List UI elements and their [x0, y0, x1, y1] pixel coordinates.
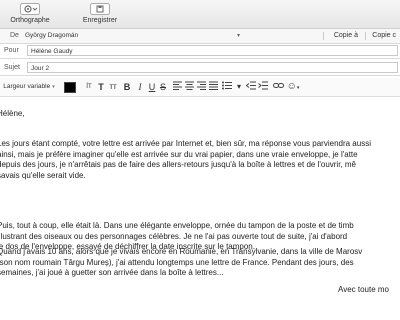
signoff: Avec toute mo — [338, 285, 389, 294]
body-line: illustrant des oiseaux ou des personnage… — [0, 231, 348, 241]
insert-link-icon[interactable] — [272, 81, 284, 93]
list-options-icon[interactable]: ▾ — [234, 81, 244, 93]
save-button[interactable]: Enregistrer — [74, 2, 126, 25]
align-right-icon[interactable] — [196, 81, 206, 93]
save-icon — [74, 2, 126, 16]
save-label: Enregistrer — [82, 17, 118, 24]
divider — [323, 32, 324, 40]
subject-row: Sujet Jour 2 — [0, 61, 400, 76]
from-label: De — [10, 32, 19, 39]
bold-icon[interactable]: B — [122, 81, 132, 93]
align-center-icon[interactable] — [184, 81, 194, 93]
spelling-gear-icon — [4, 2, 56, 16]
body-line: (son nom roumain Târgu Mureș), j'ai atte… — [0, 257, 354, 267]
from-select[interactable]: György Dragomán — [22, 30, 242, 41]
body-line: Puis, tout à coup, elle était là. Dans u… — [0, 221, 354, 230]
text-color-swatch[interactable] — [64, 82, 76, 93]
bulleted-list-icon[interactable] — [222, 81, 232, 93]
underline-icon[interactable]: U — [147, 81, 157, 93]
subject-label: Sujet — [4, 64, 20, 71]
strikethrough-icon[interactable]: S — [158, 81, 168, 93]
paragraph-3: Quand j'avais 10 ans, alors que je vivai… — [0, 247, 400, 279]
to-field[interactable]: Hélène Gaudy — [27, 45, 398, 56]
text-size-icon[interactable]: ᴛᴛ — [108, 81, 118, 93]
from-row: De György Dragomán ▾ Copie à Copie c — [0, 29, 400, 44]
message-body[interactable]: Hélène, Les jours étant compté, votre le… — [0, 97, 400, 320]
spelling-label: Orthographe — [10, 17, 50, 24]
to-label: Pour — [4, 47, 19, 54]
align-left-icon[interactable] — [172, 81, 182, 93]
italic-icon[interactable]: I — [135, 81, 145, 93]
body-line: Les jours étant compté, votre lettre est… — [0, 139, 371, 148]
text-size-down-icon[interactable]: ꟾT — [84, 81, 94, 93]
bcc-toggle[interactable]: Copie c — [372, 29, 396, 43]
compose-toolbar: Orthographe Enregistrer — [0, 0, 400, 29]
body-line: Quand j'avais 10 ans, alors que je vivai… — [0, 247, 363, 256]
cc-toggle[interactable]: Copie à — [334, 29, 358, 43]
font-select[interactable]: Largeur variable ▾ — [2, 81, 56, 93]
font-name: Largeur variable — [3, 83, 51, 90]
paragraph-1: Les jours étant compté, votre lettre est… — [0, 139, 400, 181]
greeting: Hélène, — [0, 109, 25, 118]
outdent-icon[interactable] — [245, 81, 256, 93]
text-size-up-icon[interactable]: T — [96, 81, 106, 93]
chevron-down-icon: ▾ — [236, 33, 240, 39]
spelling-button[interactable]: Orthographe — [4, 2, 56, 25]
body-line: semaines, j'ai joué à guetter son arrivé… — [0, 268, 224, 277]
chevron-down-icon: ▾ — [52, 84, 55, 90]
body-line: depuis des jours, je n'arrêtais pas de f… — [0, 160, 356, 169]
align-justify-icon[interactable] — [208, 81, 218, 93]
body-line: ainsi, mais je préfère imaginer qu'elle … — [0, 149, 358, 159]
format-bar: Largeur variable ▾ ꟾT T ᴛᴛ B I U S ▾ ☺▾ — [0, 78, 400, 97]
body-line: savais qu'elle serait vide. — [0, 170, 86, 180]
subject-field[interactable]: Jour 2 — [27, 62, 398, 73]
emoji-icon[interactable]: ☺▾ — [286, 81, 300, 93]
to-row: Pour Hélène Gaudy — [0, 44, 400, 59]
divider — [365, 32, 366, 40]
indent-icon[interactable] — [258, 81, 268, 93]
